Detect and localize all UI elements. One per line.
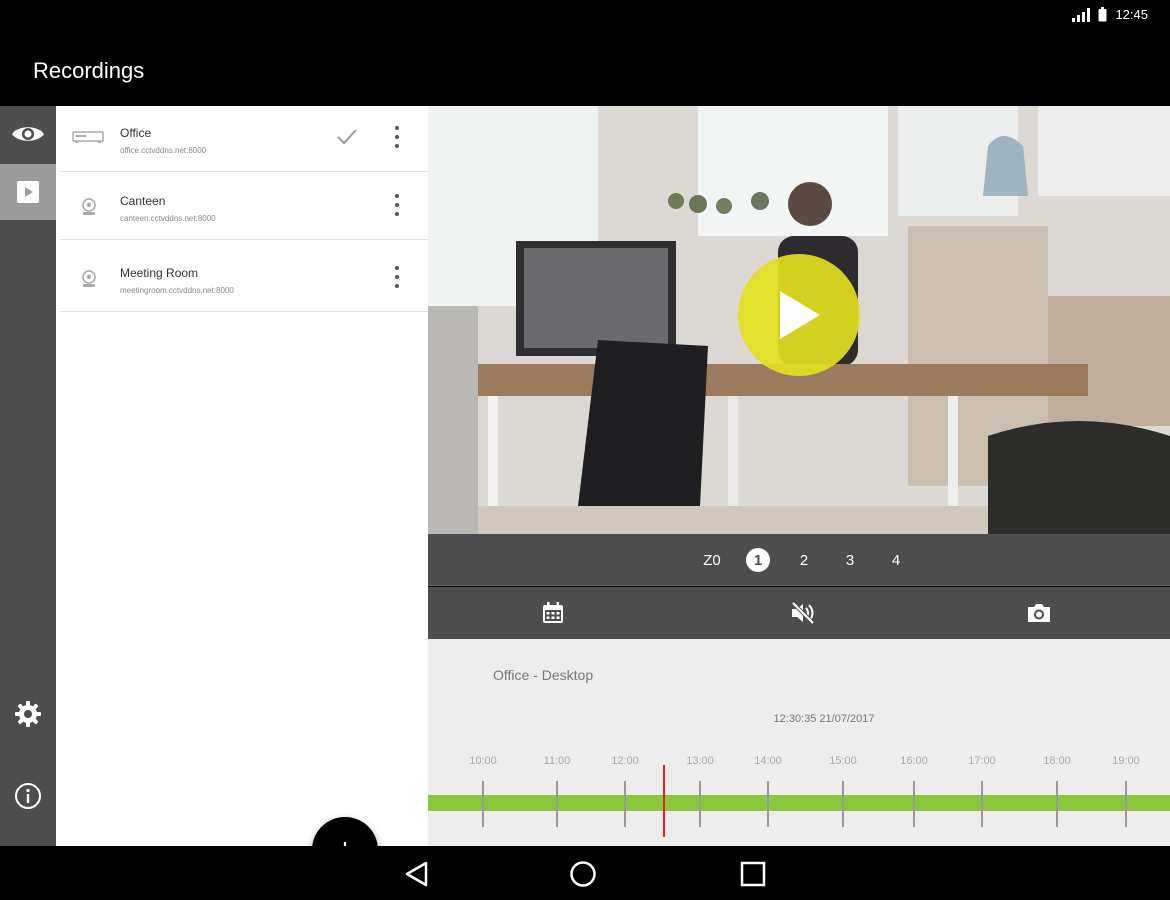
play-button[interactable] (738, 254, 860, 376)
camera-name: Canteen (120, 194, 166, 208)
channel-page-2[interactable]: 2 (792, 548, 816, 572)
channel-page-1[interactable]: 1 (746, 548, 770, 572)
check-icon (337, 129, 357, 145)
timeline-hour-label: 10:00 (469, 755, 497, 767)
timeline-hour-tick (482, 781, 484, 827)
app-root: 12:45 Recordings Office office.cctvddns.… (0, 0, 1170, 900)
timeline-hour-tick (842, 781, 844, 827)
rail-item-info[interactable] (0, 768, 56, 824)
signal-icon (1072, 7, 1091, 22)
rail-item-settings[interactable] (0, 686, 56, 742)
system-nav-bar (0, 846, 1170, 900)
page-title: Recordings (33, 58, 145, 83)
timeline-hour-tick (699, 781, 701, 827)
channel-page-4[interactable]: 4 (884, 548, 908, 572)
timeline-hour-tick (1125, 781, 1127, 827)
more-options-icon[interactable] (394, 194, 400, 216)
timeline-hour-label: 15:00 (829, 755, 857, 767)
timeline-hour-tick (913, 781, 915, 827)
dvr-icon (72, 131, 104, 143)
gear-icon (15, 701, 41, 727)
rail-item-recordings[interactable] (0, 164, 56, 220)
playhead-cursor[interactable] (663, 765, 665, 837)
camera-name: Office (120, 126, 152, 140)
timeline-hour-tick (981, 781, 983, 827)
camera-row-meeting-room[interactable]: Meeting Room meetingroom.cctvddns.net:80… (60, 242, 428, 312)
timeline-hour-tick (1056, 781, 1058, 827)
status-icons: 12:45 (1072, 7, 1148, 22)
calendar-icon (543, 602, 563, 623)
timeline-hour-label: 19:00 (1112, 755, 1140, 767)
status-bar: 12:45 (0, 0, 1170, 32)
play-icon (780, 291, 820, 339)
recents-icon (740, 861, 766, 887)
timeline-hour-tick (556, 781, 558, 827)
nav-rail (0, 106, 56, 846)
playback-toolbar (428, 587, 1170, 639)
timeline-current-time: 12:30:35 21/07/2017 (773, 713, 875, 725)
timeline-hour-label: 11:00 (543, 755, 571, 767)
playback-icon (17, 181, 39, 203)
camera-row-canteen[interactable]: Canteen canteen.cctvddns.net:8000 (60, 174, 428, 240)
timeline-hour-tick (624, 781, 626, 827)
camera-list: Office office.cctvddns.net:8000 Canteen … (56, 106, 428, 883)
back-icon (405, 861, 428, 887)
timeline-hour-label: 12:00 (611, 755, 639, 767)
status-time: 12:45 (1115, 7, 1148, 22)
home-button[interactable] (569, 860, 597, 888)
snapshot-button[interactable] (1026, 600, 1052, 626)
camera-url: canteen.cctvddns.net:8000 (120, 214, 216, 223)
timeline-hour-label: 18:00 (1043, 755, 1071, 767)
info-icon (15, 783, 41, 809)
timeline-panel: Office - Desktop 12:30:35 21/07/2017 10:… (428, 639, 1170, 846)
camera-icon (1028, 604, 1050, 622)
video-player[interactable] (428, 106, 1170, 534)
channel-pages: Z0 1 2 3 4 (428, 548, 1170, 572)
camera-row-office[interactable]: Office office.cctvddns.net:8000 (60, 106, 428, 172)
eye-icon (12, 127, 44, 141)
timeline-hour-label: 14:00 (754, 755, 782, 767)
timeline-hour-label: 17:00 (968, 755, 996, 767)
volume-off-icon (791, 601, 815, 625)
more-options-icon[interactable] (394, 266, 400, 288)
home-icon (570, 861, 596, 887)
battery-icon (1098, 7, 1107, 22)
camera-name: Meeting Room (120, 266, 199, 280)
back-button[interactable] (403, 860, 431, 888)
timeline-hour-label: 16:00 (900, 755, 928, 767)
calendar-button[interactable] (540, 600, 566, 626)
timeline-hour-tick (767, 781, 769, 827)
camera-url: office.cctvddns.net:8000 (120, 146, 207, 155)
channel-page-3[interactable]: 3 (838, 548, 862, 572)
channel-page-bar: Z0 1 2 3 4 (428, 534, 1170, 586)
mute-button[interactable] (790, 600, 816, 626)
app-bar: Recordings (0, 32, 1170, 106)
recording-bar[interactable] (428, 795, 1170, 811)
channel-page-z0[interactable]: Z0 (700, 548, 724, 572)
webcam-icon (82, 270, 96, 287)
recents-button[interactable] (739, 860, 767, 888)
more-options-icon[interactable] (394, 126, 400, 148)
camera-url: meetingroom.cctvddns.net:8000 (120, 286, 234, 295)
timeline-camera-label: Office - Desktop (493, 667, 594, 683)
rail-item-live[interactable] (0, 106, 56, 162)
timeline-hour-label: 13:00 (686, 755, 714, 767)
webcam-icon (82, 198, 96, 215)
